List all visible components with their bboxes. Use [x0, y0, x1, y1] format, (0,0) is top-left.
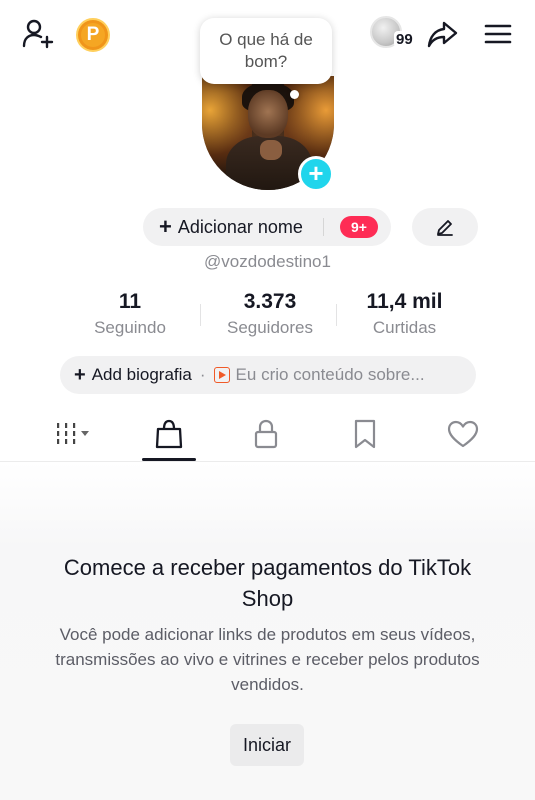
plus-icon: + [159, 214, 172, 239]
profile-stats: 11 Seguindo 3.373 Seguidores 11,4 mil Cu… [60, 290, 480, 340]
tab-liked[interactable] [433, 408, 493, 460]
tab-shop[interactable] [139, 408, 199, 460]
grid-icon [57, 423, 89, 444]
heart-icon [447, 420, 479, 448]
add-name-button[interactable]: + Adicionar nome 9+ [143, 208, 391, 246]
menu-icon[interactable] [480, 16, 516, 52]
stat-followers[interactable]: 3.373 Seguidores [200, 290, 340, 338]
add-friend-icon[interactable] [20, 16, 56, 52]
tab-private[interactable] [236, 408, 296, 460]
share-icon[interactable] [424, 16, 460, 52]
stat-label: Seguidores [226, 318, 313, 337]
add-bio-button[interactable]: + Add biografia · Eu crio conteúdo sobre… [60, 356, 476, 394]
coins-icon[interactable]: P [76, 18, 110, 52]
pencil-icon [437, 220, 453, 236]
play-icon [213, 367, 230, 383]
edit-profile-button[interactable] [412, 208, 478, 246]
bookmark-icon [354, 419, 376, 449]
note-bubble-tail [290, 90, 299, 99]
shopping-bag-icon [155, 419, 183, 449]
stat-likes[interactable]: 11,4 mil Curtidas [332, 290, 477, 338]
note-bubble[interactable]: O que há de bom? [200, 18, 332, 84]
username: @vozdodestino1 [204, 252, 331, 271]
add-name-label: Adicionar nome [177, 216, 303, 237]
coin-letter: P [86, 24, 100, 45]
avatar-detail [248, 90, 288, 138]
add-bio-label: Add biografia [91, 365, 192, 384]
profile-tabs [0, 408, 535, 462]
stat-following[interactable]: 11 Seguindo [60, 290, 200, 338]
tab-favorites[interactable] [335, 408, 395, 460]
notification-badge: 9+ [340, 216, 378, 238]
note-bubble-text: O que há de bom? [219, 30, 313, 71]
bio-suggestion: Eu crio conteúdo sobre... [235, 365, 425, 384]
profile-viewers-button[interactable]: 99 [368, 14, 418, 54]
tab-videos[interactable] [46, 408, 106, 460]
avatar-detail [260, 140, 282, 160]
stat-value: 11,4 mil [366, 290, 443, 313]
plus-icon: + [74, 363, 86, 386]
stat-label: Curtidas [372, 318, 437, 337]
stat-value: 11 [118, 290, 142, 313]
separator-dot: · [199, 365, 206, 384]
viewers-count: 99 [394, 31, 415, 48]
shop-cta-description: Você pode adicionar links de produtos em… [55, 625, 480, 694]
stat-label: Seguindo [94, 318, 166, 337]
shop-cta-title: Comece a receber pagamentos do TikTok Sh… [63, 555, 472, 611]
lock-icon [254, 419, 278, 449]
start-button[interactable]: Iniciar [230, 724, 304, 766]
divider [323, 218, 324, 236]
add-photo-plus-icon[interactable]: + [298, 156, 334, 192]
stat-value: 3.373 [243, 290, 297, 313]
